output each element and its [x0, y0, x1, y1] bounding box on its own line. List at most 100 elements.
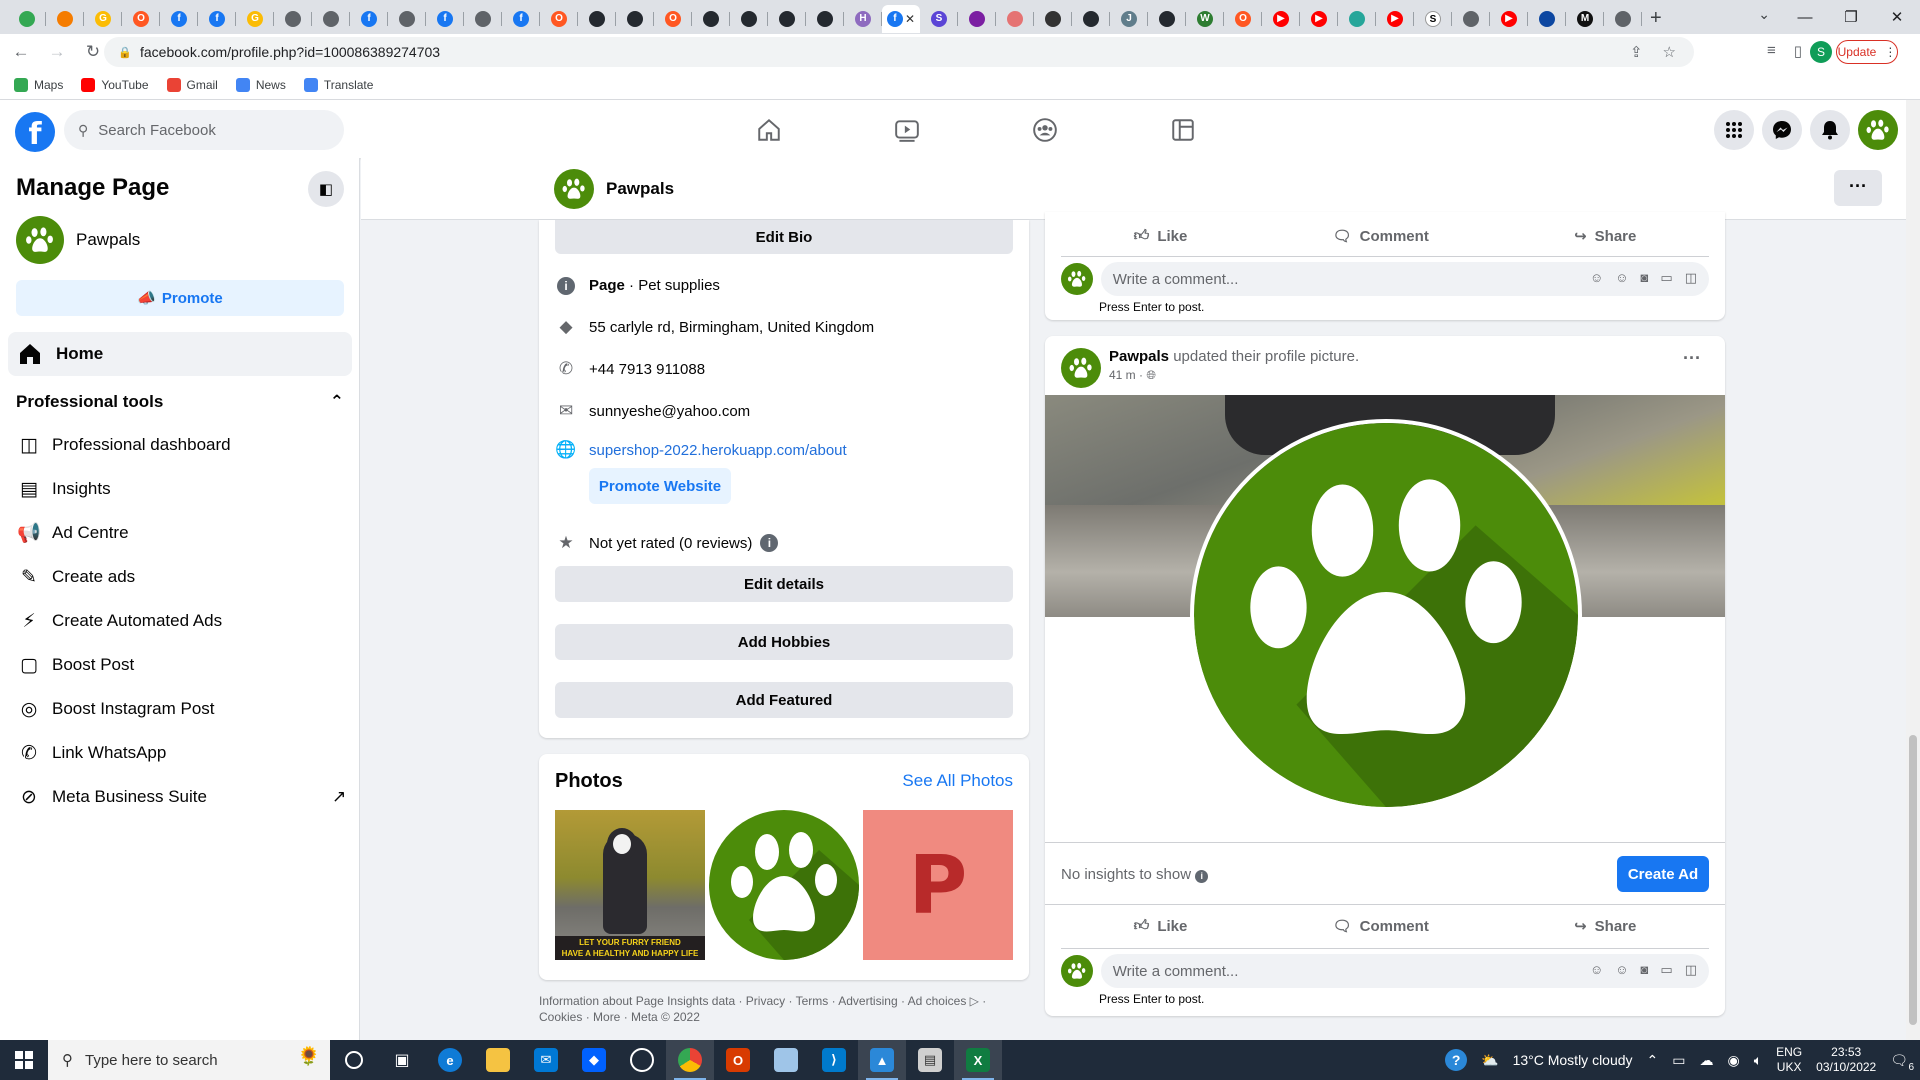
browser-tab[interactable]: O: [540, 5, 578, 33]
emoji-icon[interactable]: ☺: [1615, 962, 1628, 978]
comment-button[interactable]: 🗨 Comment: [1333, 227, 1429, 246]
add-featured-button[interactable]: Add Featured: [555, 682, 1013, 718]
page-header-name[interactable]: Pawpals: [554, 169, 674, 209]
notification-center-icon[interactable]: 🗨 6: [1890, 1052, 1914, 1073]
back-icon[interactable]: ←: [6, 42, 36, 62]
update-button[interactable]: Update ⋮: [1836, 40, 1898, 64]
professional-tools-header[interactable]: Professional tools ⌃: [16, 392, 344, 412]
excel-icon[interactable]: X: [954, 1040, 1002, 1080]
browser-tab[interactable]: O: [122, 5, 160, 33]
taskbar-search-input[interactable]: ⚲ Type here to search 🌻: [48, 1040, 330, 1080]
bookmark-translate[interactable]: Translate: [303, 77, 373, 92]
facebook-logo-icon[interactable]: f: [15, 112, 55, 152]
sidebar-item-insights[interactable]: ▤ Insights: [16, 467, 231, 511]
photo-thumbnail-letter[interactable]: P: [863, 810, 1013, 960]
scrollbar-thumb[interactable]: [1909, 735, 1917, 1025]
browser-tab[interactable]: ▶: [1376, 5, 1414, 33]
browser-tab[interactable]: [578, 5, 616, 33]
browser-tab[interactable]: [806, 5, 844, 33]
account-avatar[interactable]: [1858, 110, 1898, 150]
notepad-icon[interactable]: [762, 1040, 810, 1080]
browser-tab[interactable]: ▶: [1490, 5, 1528, 33]
edge-icon[interactable]: e: [426, 1040, 474, 1080]
post-timestamp[interactable]: 41 m ·: [1109, 368, 1143, 382]
mail-icon[interactable]: ✉: [522, 1040, 570, 1080]
sidebar-item-boost-post[interactable]: ▢ Boost Post: [16, 643, 231, 687]
browser-tab[interactable]: [768, 5, 806, 33]
add-hobbies-button[interactable]: Add Hobbies: [555, 624, 1013, 660]
close-tab-icon[interactable]: ✕: [905, 12, 915, 26]
browser-tab[interactable]: [312, 5, 350, 33]
clock[interactable]: 23:53 03/10/2022: [1816, 1045, 1876, 1075]
browser-tab[interactable]: [1148, 5, 1186, 33]
gaming-nav-icon[interactable]: [1114, 108, 1252, 152]
active-tab[interactable]: f ✕: [882, 5, 920, 33]
browser-tab[interactable]: [464, 5, 502, 33]
emoji-icon[interactable]: ☺: [1615, 270, 1628, 286]
network-icon[interactable]: ◉: [1728, 1052, 1740, 1069]
weather-text[interactable]: 13°C Mostly cloudy: [1513, 1052, 1633, 1068]
rating-info-icon[interactable]: i: [760, 534, 779, 552]
browser-tab[interactable]: [1452, 5, 1490, 33]
browser-tab[interactable]: [616, 5, 654, 33]
browser-tab[interactable]: G: [236, 5, 274, 33]
minimize-icon[interactable]: —: [1782, 0, 1828, 34]
bookmark-news[interactable]: News: [235, 77, 286, 92]
onedrive-icon[interactable]: ☁: [1700, 1052, 1714, 1069]
browser-tab[interactable]: W: [1186, 5, 1224, 33]
browser-tab[interactable]: M: [1566, 5, 1604, 33]
bookmark-youtube[interactable]: YouTube: [81, 77, 149, 92]
promote-website-button[interactable]: Promote Website: [589, 468, 731, 504]
sidebar-item-professional-dashboard[interactable]: ◫ Professional dashboard: [16, 423, 231, 467]
browser-tab[interactable]: G: [84, 5, 122, 33]
sidebar-page-link[interactable]: Pawpals: [16, 216, 140, 264]
menu-dots-icon[interactable]: ⋮: [1884, 45, 1896, 59]
browser-tab[interactable]: [388, 5, 426, 33]
comment-input[interactable]: Write a comment... ☺ ☺ ◙ ▭ ◫: [1100, 262, 1709, 296]
sidebar-item-create-ads[interactable]: ✎ Create ads: [16, 555, 231, 599]
browser-profile-avatar[interactable]: S: [1810, 41, 1832, 63]
gif-icon[interactable]: ▭: [1660, 962, 1672, 978]
watch-nav-icon[interactable]: [838, 108, 976, 152]
close-window-icon[interactable]: ✕: [1874, 0, 1920, 34]
browser-tab[interactable]: [8, 5, 46, 33]
notifications-bell-icon[interactable]: [1810, 110, 1850, 150]
camera-icon[interactable]: ◙: [1641, 962, 1649, 978]
like-button[interactable]: 👍︎ Like: [1134, 917, 1188, 935]
gif-icon[interactable]: ▭: [1660, 270, 1672, 286]
sticker-icon[interactable]: ◫: [1685, 962, 1697, 978]
menu-grid-icon[interactable]: [1714, 110, 1754, 150]
browser-tab[interactable]: O: [1224, 5, 1262, 33]
browser-tab[interactable]: J: [1110, 5, 1148, 33]
sidebar-item-meta-business-suite[interactable]: ⊘ Meta Business Suite ↗: [16, 775, 346, 819]
avatar-sticker-icon[interactable]: ☺: [1590, 962, 1603, 978]
vscode-icon[interactable]: ⟩: [810, 1040, 858, 1080]
tray-chevron-icon[interactable]: ⌃: [1647, 1052, 1659, 1069]
share-button[interactable]: ↪ Share: [1574, 917, 1636, 936]
bookmark-star-icon[interactable]: ☆: [1663, 43, 1676, 61]
browser-tab[interactable]: [958, 5, 996, 33]
edit-details-button[interactable]: Edit details: [555, 566, 1013, 602]
sidebar-item-ad-centre[interactable]: 📢 Ad Centre: [16, 511, 231, 555]
comment-input[interactable]: Write a comment... ☺ ☺ ◙ ▭ ◫: [1100, 954, 1709, 988]
omnibox[interactable]: 🔒 facebook.com/profile.php?id=1000863892…: [104, 37, 1694, 67]
video-editor-icon[interactable]: ▤: [906, 1040, 954, 1080]
share-button[interactable]: ↪ Share: [1574, 227, 1636, 246]
forward-icon[interactable]: →: [42, 42, 72, 62]
browser-tab[interactable]: f: [160, 5, 198, 33]
help-icon[interactable]: ?: [1445, 1049, 1468, 1071]
office-icon[interactable]: O: [714, 1040, 762, 1080]
browser-tab[interactable]: ▶: [1300, 5, 1338, 33]
promote-button[interactable]: 📣 Promote: [16, 280, 344, 316]
github-desktop-icon[interactable]: [618, 1040, 666, 1080]
browser-tab[interactable]: H: [844, 5, 882, 33]
chrome-icon[interactable]: [666, 1040, 714, 1080]
browser-tab[interactable]: S: [920, 5, 958, 33]
browser-tab[interactable]: [274, 5, 312, 33]
bookmark-gmail[interactable]: Gmail: [166, 77, 218, 92]
groups-nav-icon[interactable]: [976, 108, 1114, 152]
post-image[interactable]: [1045, 395, 1725, 820]
sidebar-item-create-automated-ads[interactable]: ⚡ Create Automated Ads: [16, 599, 231, 643]
sidebar-item-home[interactable]: Home: [8, 332, 352, 376]
browser-tab[interactable]: S: [1414, 5, 1452, 33]
